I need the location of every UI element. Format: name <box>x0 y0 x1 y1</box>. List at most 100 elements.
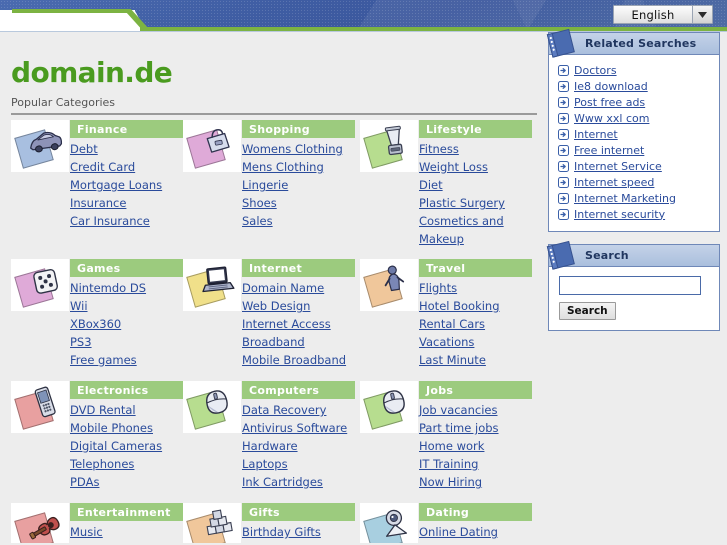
category-link[interactable]: Part time jobs <box>419 419 528 437</box>
category-icon-tile <box>360 259 418 311</box>
related-search-link[interactable]: Free internet <box>574 144 644 157</box>
category-link[interactable]: PDAs <box>70 473 179 491</box>
search-input[interactable] <box>559 276 701 295</box>
category-link[interactable]: Laptops <box>242 455 351 473</box>
banner-green-stripe-left <box>12 9 129 13</box>
category-block-lifestyle: Lifestyle Fitness Weight Loss Diet Plastic S… <box>360 120 532 259</box>
category-link[interactable]: Diet <box>419 176 528 194</box>
search-button[interactable]: Search <box>559 302 616 320</box>
arrow-right-circle-icon <box>558 160 569 172</box>
category-title: Travel <box>426 261 466 275</box>
section-subtitle: Popular Categories <box>11 96 116 109</box>
category-link[interactable]: Music <box>70 523 179 541</box>
category-link[interactable]: Ink Cartridges <box>242 473 351 491</box>
category-icon-tile <box>360 503 418 543</box>
handbag-icon <box>197 122 237 162</box>
category-link[interactable]: Mortgage Loans <box>70 176 179 194</box>
category-link[interactable]: Now Hiring <box>419 473 528 491</box>
category-link[interactable]: Job vacancies <box>419 401 528 419</box>
category-block-shopping: Shopping Womens Clothing Mens Clothing Ling… <box>183 120 355 259</box>
category-link[interactable]: Womens Clothing <box>242 140 351 158</box>
list-item: Ie8 download <box>558 78 711 94</box>
related-search-link[interactable]: Post free ads <box>574 96 645 109</box>
mouse-icon <box>197 383 237 423</box>
category-link[interactable]: Web Design <box>242 297 351 315</box>
category-link[interactable]: Rental Cars <box>419 315 528 333</box>
category-link[interactable]: PS3 <box>70 333 179 351</box>
category-icon-tile <box>183 503 241 543</box>
list-item: Www xxl com <box>558 110 711 126</box>
category-link[interactable]: Telephones <box>70 455 179 473</box>
category-icon-tile <box>183 120 241 172</box>
note-card-icon <box>543 27 577 61</box>
related-search-link[interactable]: Internet <box>574 128 618 141</box>
category-link[interactable]: Internet Access <box>242 315 351 333</box>
category-header: Lifestyle <box>419 120 532 138</box>
category-icon-tile <box>360 381 418 433</box>
category-title: Dating <box>426 505 470 519</box>
related-searches-panel: Related Searches Doctors Ie8 download Post… <box>546 28 720 232</box>
category-link[interactable]: Last Minute <box>419 351 528 369</box>
category-link[interactable]: Flights <box>419 279 528 297</box>
category-row: Electronics DVD Rental Mobile Phones Digita… <box>11 381 538 503</box>
arrow-right-circle-icon <box>558 80 569 92</box>
category-block-games: Games Nintemdo DS Wii XBox360 PS3 Free games <box>11 259 183 381</box>
category-link[interactable]: Fitness <box>419 140 528 158</box>
category-link[interactable]: Data Recovery <box>242 401 351 419</box>
arrow-right-circle-icon <box>558 96 569 108</box>
category-link[interactable]: Insurance <box>70 194 179 212</box>
category-link[interactable]: Lingerie <box>242 176 351 194</box>
category-link[interactable]: Weight Loss <box>419 158 528 176</box>
category-grid: Finance Debt Credit Card Mortgage Loans Insu… <box>11 120 538 543</box>
category-link[interactable]: Hardware <box>242 437 351 455</box>
category-link[interactable]: Antivirus Software <box>242 419 351 437</box>
category-link[interactable]: XBox360 <box>70 315 179 333</box>
category-link[interactable]: Plastic Surgery <box>419 194 528 212</box>
related-search-link[interactable]: Doctors <box>574 64 617 77</box>
category-link[interactable]: IT Training <box>419 455 528 473</box>
page-content: domain.de Popular Categories Finance Debt… <box>0 28 727 545</box>
arrow-right-circle-icon <box>558 192 569 204</box>
category-link[interactable]: Credit Card <box>70 158 179 176</box>
category-block-gifts: Gifts Birthday Gifts <box>183 503 355 543</box>
category-link[interactable]: DVD Rental <box>70 401 179 419</box>
category-header: Jobs <box>419 381 532 399</box>
category-link[interactable]: Home work <box>419 437 528 455</box>
category-link[interactable]: Vacations <box>419 333 528 351</box>
language-select[interactable]: English <box>613 5 713 24</box>
category-link-list: Birthday Gifts <box>242 523 351 541</box>
related-search-link[interactable]: Internet Marketing <box>574 192 676 205</box>
guitar-icon <box>25 505 65 543</box>
category-link[interactable]: Sales <box>242 212 351 230</box>
category-link[interactable]: Cosmetics and Makeup <box>419 212 528 248</box>
category-link[interactable]: Free games <box>70 351 179 369</box>
category-link[interactable]: Online Dating <box>419 523 528 541</box>
category-link[interactable]: Mobile Broadband <box>242 351 351 369</box>
category-link[interactable]: Hotel Booking <box>419 297 528 315</box>
category-link[interactable]: Debt <box>70 140 179 158</box>
category-icon-tile <box>11 381 69 433</box>
related-search-link[interactable]: Ie8 download <box>574 80 648 93</box>
category-link[interactable]: Nintemdo DS <box>70 279 179 297</box>
category-link[interactable]: Digital Cameras <box>70 437 179 455</box>
related-search-link[interactable]: Internet security <box>574 208 665 221</box>
category-link[interactable]: Domain Name <box>242 279 351 297</box>
related-search-link[interactable]: Internet Service <box>574 160 662 173</box>
category-title: Gifts <box>249 505 280 519</box>
arrow-right-circle-icon <box>558 144 569 156</box>
category-link[interactable]: Mobile Phones <box>70 419 179 437</box>
category-link[interactable]: Broadband <box>242 333 351 351</box>
category-link[interactable]: Wii <box>70 297 179 315</box>
category-title: Internet <box>249 261 303 275</box>
category-link[interactable]: Birthday Gifts <box>242 523 351 541</box>
chevron-down-icon[interactable] <box>692 6 712 23</box>
related-search-link[interactable]: Internet speed <box>574 176 654 189</box>
category-link[interactable]: Mens Clothing <box>242 158 351 176</box>
search-panel: Search Search <box>546 240 720 331</box>
category-block-travel: Travel Flights Hotel Booking Rental Cars Vac… <box>360 259 532 381</box>
category-link[interactable]: Shoes <box>242 194 351 212</box>
related-search-link[interactable]: Www xxl com <box>574 112 649 125</box>
category-title: Entertainment <box>77 505 171 519</box>
category-link[interactable]: Car Insurance <box>70 212 179 230</box>
category-link-list: Music <box>70 523 179 541</box>
